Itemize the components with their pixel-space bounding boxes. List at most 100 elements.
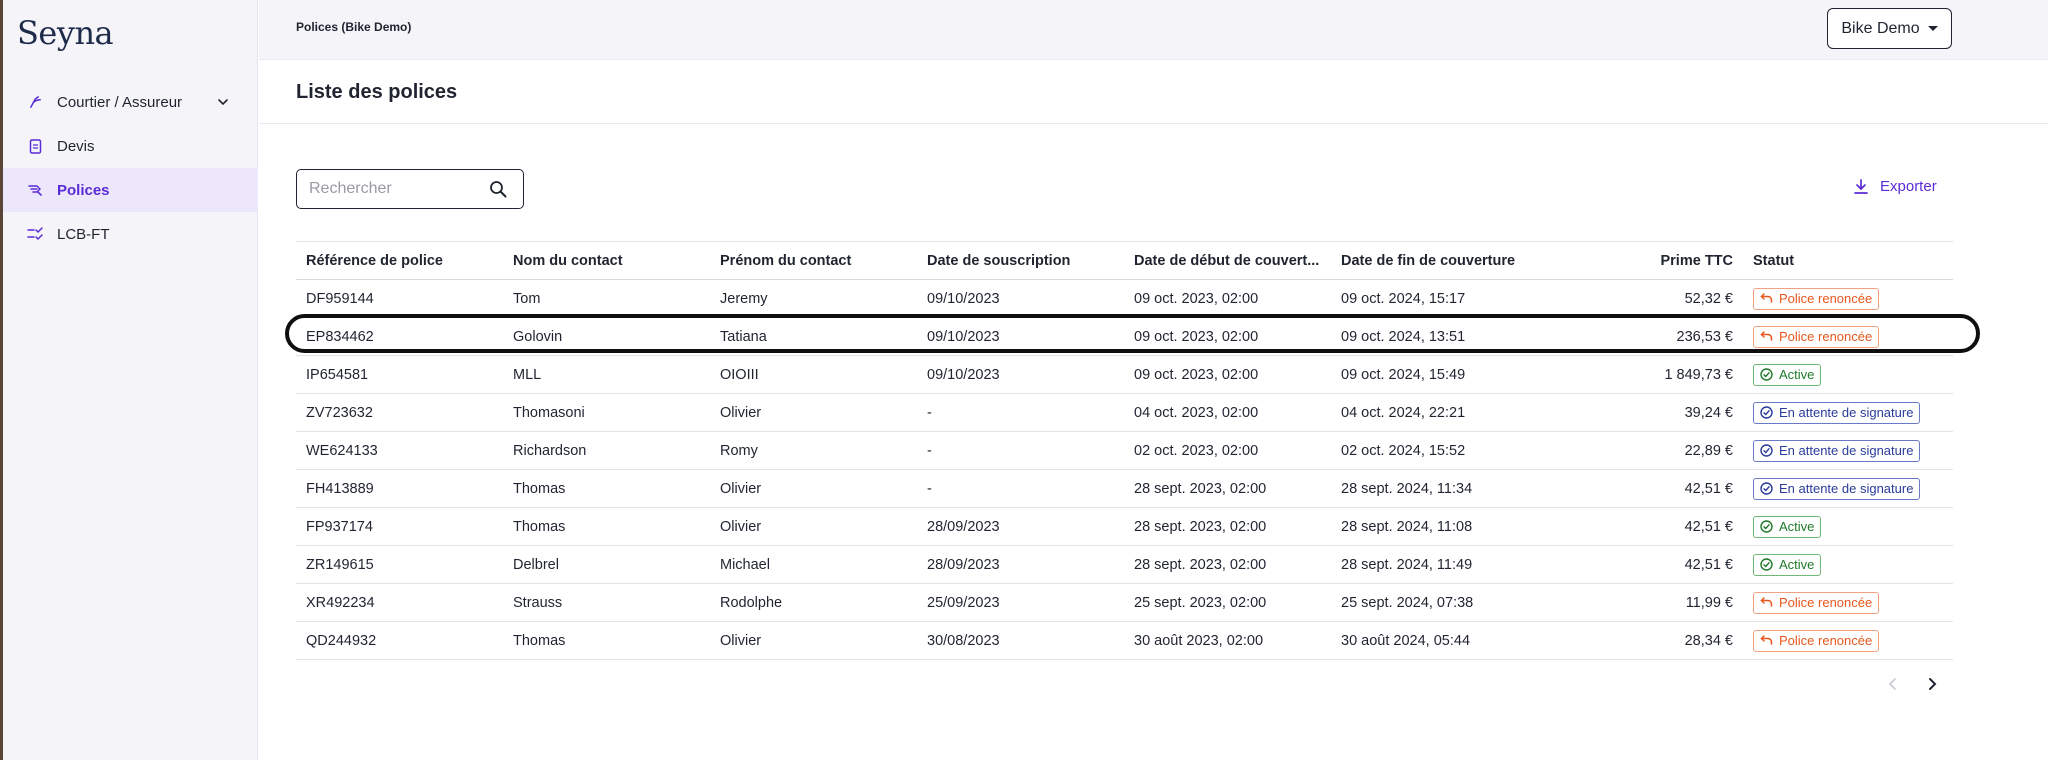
organization-select[interactable]: Bike Demo — [1827, 8, 1952, 49]
undo-icon — [1760, 634, 1773, 647]
status-badge: Police renoncée — [1753, 629, 1880, 652]
cell-nom: Delbrel — [513, 556, 559, 573]
cell-nom: MLL — [513, 366, 542, 383]
check-circle-icon — [1760, 558, 1773, 571]
cell-prenom: Michael — [720, 556, 770, 573]
status-badge: En attente de signature — [1753, 439, 1921, 462]
cell-debut: 28 sept. 2023, 02:00 — [1134, 518, 1267, 535]
export-button[interactable]: Exporter — [1854, 178, 1937, 195]
cell-nom: Tom — [513, 290, 541, 307]
cell-debut: 09 oct. 2023, 02:00 — [1134, 366, 1259, 383]
cell-prenom: Olivier — [720, 480, 762, 497]
cell-debut: 25 sept. 2023, 02:00 — [1134, 594, 1267, 611]
cell-nom: Thomasoni — [513, 404, 585, 421]
broker-icon — [27, 94, 43, 110]
status-badge-label: Police renoncée — [1779, 329, 1873, 344]
cell-nom: Thomas — [513, 632, 566, 649]
cell-reference: IP654581 — [306, 366, 369, 383]
status-badge-label: Police renoncée — [1779, 291, 1873, 306]
column-header-souscription[interactable]: Date de souscription — [917, 253, 1124, 269]
table-row[interactable]: ZR149615 Delbrel Michael 28/09/2023 28 sept.… — [296, 546, 1953, 584]
sidebar-item-courtier-assureur[interactable]: Courtier / Assureur — [3, 80, 258, 124]
status-badge: Active — [1753, 515, 1822, 538]
check-circle-icon — [1760, 406, 1773, 419]
cell-reference: DF959144 — [306, 290, 374, 307]
cell-prime: 22,89 € — [1684, 442, 1733, 459]
table-body: DF959144 Tom Jeremy 09/10/2023 09 oct. 2023,… — [296, 280, 1953, 660]
search-icon[interactable] — [489, 180, 507, 198]
cell-fin: 09 oct. 2024, 15:49 — [1341, 366, 1466, 383]
cell-statut: Active — [1743, 553, 1953, 576]
cell-fin: 09 oct. 2024, 15:17 — [1341, 290, 1466, 307]
cell-souscription: 09/10/2023 — [927, 328, 1000, 345]
sidebar-nav: Courtier / Assureur Devis Polices LCB-FT — [3, 80, 258, 256]
column-header-prenom[interactable]: Prénom du contact — [710, 253, 917, 269]
cell-prenom: Olivier — [720, 518, 762, 535]
cell-souscription: 09/10/2023 — [927, 290, 1000, 307]
table-row[interactable]: FP937174 Thomas Olivier 28/09/2023 28 sept. … — [296, 508, 1953, 546]
column-header-debut[interactable]: Date de début de couvert... — [1124, 253, 1331, 269]
table-row[interactable]: IP654581 MLL OIOIII 09/10/2023 09 oct. 2023,… — [296, 356, 1953, 394]
column-header-prime[interactable]: Prime TTC — [1538, 253, 1743, 269]
chevron-left-icon[interactable] — [1885, 676, 1901, 692]
chevron-down-icon[interactable] — [216, 95, 230, 109]
cell-prenom: Rodolphe — [720, 594, 783, 611]
chevron-right-icon[interactable] — [1924, 676, 1940, 692]
cell-souscription: 30/08/2023 — [927, 632, 1000, 649]
page-title: Liste des polices — [296, 81, 458, 103]
cell-statut: Active — [1743, 515, 1953, 538]
cell-reference: ZR149615 — [306, 556, 374, 573]
cell-prenom: Olivier — [720, 404, 762, 421]
cell-reference: WE624133 — [306, 442, 378, 459]
cell-souscription: 25/09/2023 — [927, 594, 1000, 611]
policy-icon — [27, 182, 43, 198]
cell-fin: 02 oct. 2024, 15:52 — [1341, 442, 1466, 459]
sidebar-item-lcb-ft[interactable]: LCB-FT — [3, 212, 258, 256]
cell-prenom: Tatiana — [720, 328, 767, 345]
table-row[interactable]: XR492234 Strauss Rodolphe 25/09/2023 25 sept… — [296, 584, 1953, 622]
cell-nom: Thomas — [513, 480, 566, 497]
table-row[interactable]: ZV723632 Thomasoni Olivier - 04 oct. 2023, 0… — [296, 394, 1953, 432]
sidebar-item-polices[interactable]: Polices — [3, 168, 258, 212]
cell-reference: QD244932 — [306, 632, 377, 649]
sidebar-item-devis[interactable]: Devis — [3, 124, 258, 168]
sidebar-item-label: Polices — [57, 181, 110, 199]
column-header-nom[interactable]: Nom du contact — [503, 253, 710, 269]
cell-statut: En attente de signature — [1743, 439, 1953, 462]
status-badge: Active — [1753, 553, 1822, 576]
column-header-fin[interactable]: Date de fin de couverture — [1331, 253, 1538, 269]
cell-prime: 52,32 € — [1684, 290, 1733, 307]
undo-icon — [1760, 292, 1773, 305]
table-header: Référence de police Nom du contact Préno… — [296, 241, 1953, 280]
status-badge-label: Active — [1779, 367, 1815, 382]
column-header-reference[interactable]: Référence de police — [296, 253, 503, 269]
cell-statut: En attente de signature — [1743, 401, 1953, 424]
search-box[interactable] — [296, 169, 524, 209]
cell-prenom: Romy — [720, 442, 758, 459]
document-icon — [27, 138, 43, 154]
table-row[interactable]: QD244932 Thomas Olivier 30/08/2023 30 août 2… — [296, 622, 1953, 660]
table-row[interactable]: DF959144 Tom Jeremy 09/10/2023 09 oct. 2023,… — [296, 280, 1953, 318]
column-header-statut[interactable]: Statut — [1743, 253, 1953, 269]
cell-debut: 30 août 2023, 02:00 — [1134, 632, 1264, 649]
cell-statut: Police renoncée — [1743, 629, 1953, 652]
table-row[interactable]: FH413889 Thomas Olivier - 28 sept. 2023, 02:… — [296, 470, 1953, 508]
app-logo: Seyna — [17, 14, 114, 52]
status-badge: Police renoncée — [1753, 325, 1880, 348]
search-input[interactable] — [309, 178, 479, 200]
page-header: Liste des polices — [259, 61, 2048, 124]
status-badge: En attente de signature — [1753, 477, 1921, 500]
cell-prime: 1 849,73 € — [1664, 366, 1733, 383]
sidebar-item-label: Devis — [57, 137, 95, 155]
cell-souscription: - — [927, 480, 932, 497]
cell-nom: Thomas — [513, 518, 566, 535]
table-row[interactable]: EP834462 Golovin Tatiana 09/10/2023 09 oct. … — [296, 318, 1953, 356]
cell-prenom: Jeremy — [720, 290, 768, 307]
check-circle-icon — [1760, 368, 1773, 381]
cell-fin: 28 sept. 2024, 11:34 — [1341, 480, 1473, 497]
status-badge-label: En attente de signature — [1779, 405, 1914, 420]
table-row[interactable]: WE624133 Richardson Romy - 02 oct. 2023, 02:… — [296, 432, 1953, 470]
cell-nom: Strauss — [513, 594, 563, 611]
caret-down-icon — [1927, 26, 1938, 31]
cell-souscription: 28/09/2023 — [927, 518, 1000, 535]
